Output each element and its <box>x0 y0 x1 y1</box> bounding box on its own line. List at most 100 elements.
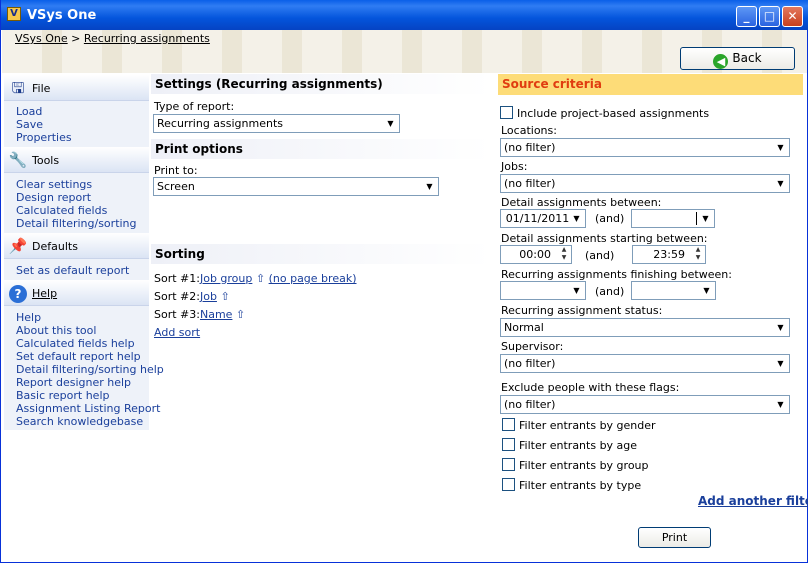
finishing-from-date[interactable]: ▼ <box>500 281 586 300</box>
sidebar-help-header[interactable]: ? Help <box>4 280 149 306</box>
chevron-down-icon: ▼ <box>698 211 713 226</box>
back-button[interactable]: ◀ Back <box>680 47 795 70</box>
finishing-to-date[interactable]: ▼ <box>631 281 716 300</box>
sort-field-link[interactable]: Job group <box>200 272 252 285</box>
sidebar-item-detail-filtering-help[interactable]: Detail filtering/sorting help <box>16 363 164 376</box>
sidebar-item-load[interactable]: Load <box>16 105 42 118</box>
flags-value: (no filter) <box>504 398 556 411</box>
jobs-value: (no filter) <box>504 177 556 190</box>
status-select[interactable]: Normal ▼ <box>500 318 790 337</box>
filter-group-checkbox[interactable] <box>502 458 515 471</box>
start-to-time[interactable]: 23:59 ▲ ▼ <box>632 245 706 264</box>
sidebar-item-save[interactable]: Save <box>16 118 43 131</box>
sidebar-help-title: Help <box>32 287 58 300</box>
detail-from-date[interactable]: 01/11/2011 ▼ <box>500 209 586 228</box>
print-button[interactable]: Print <box>638 527 711 548</box>
back-button-label: Back <box>732 51 762 65</box>
minimize-button[interactable]: _ <box>736 6 757 27</box>
sidebar-item-clear-settings[interactable]: Clear settings <box>16 178 92 191</box>
sidebar-item-properties[interactable]: Properties <box>16 131 72 144</box>
sidebar-item-help[interactable]: Help <box>16 311 41 324</box>
locations-label: Locations: <box>501 124 557 137</box>
sort-field-link[interactable]: Job <box>200 290 217 303</box>
sidebar-file-header[interactable]: 🖫 File <box>4 75 149 101</box>
sidebar-tools-header[interactable]: 🔧 Tools <box>4 147 149 173</box>
status-label: Recurring assignment status: <box>501 304 663 317</box>
supervisor-select[interactable]: (no filter) ▼ <box>500 354 790 373</box>
spinner-arrows-icon[interactable]: ▲ ▼ <box>558 246 570 263</box>
sort-field-link[interactable]: Name <box>200 308 232 321</box>
sidebar-item-set-default[interactable]: Set as default report <box>16 264 129 277</box>
help-icon: ? <box>8 283 28 303</box>
chevron-down-icon: ▼ <box>569 283 584 298</box>
filter-type-checkbox[interactable] <box>502 478 515 491</box>
sort-label: Sort #1: <box>154 272 200 285</box>
include-project-label: Include project-based assignments <box>517 107 710 120</box>
sidebar-item-calculated-fields[interactable]: Calculated fields <box>16 204 107 217</box>
sidebar-item-about[interactable]: About this tool <box>16 324 96 337</box>
sidebar-item-calc-fields-help[interactable]: Calculated fields help <box>16 337 135 350</box>
sidebar-item-assignment-listing[interactable]: Assignment Listing Report <box>16 402 160 415</box>
filter-gender-checkbox[interactable] <box>502 418 515 431</box>
include-project-checkbox[interactable] <box>500 106 513 119</box>
sort-direction-icon[interactable]: ⇧ <box>236 308 245 321</box>
breadcrumb: VSys One > Recurring assignments <box>15 32 210 45</box>
status-value: Normal <box>504 321 544 334</box>
filter-gender-label: Filter entrants by gender <box>519 419 656 432</box>
detail-starting-label: Detail assignments starting between: <box>501 232 708 245</box>
sidebar-item-detail-filtering[interactable]: Detail filtering/sorting <box>16 217 137 230</box>
sidebar-item-basic-help[interactable]: Basic report help <box>16 389 110 402</box>
spinner-arrows-icon[interactable]: ▲ ▼ <box>692 246 704 263</box>
add-sort-link[interactable]: Add sort <box>154 326 200 339</box>
page-break-link[interactable]: (no page break) <box>269 272 357 285</box>
sidebar-item-design-report[interactable]: Design report <box>16 191 91 204</box>
sort-label: Sort #2: <box>154 290 200 303</box>
breadcrumb-current[interactable]: Recurring assignments <box>84 32 210 45</box>
app-logo-icon: V <box>7 7 21 21</box>
source-criteria-title: Source criteria <box>498 74 803 95</box>
sort-row: Sort #3:Name ⇧ <box>154 308 245 321</box>
title-bar: V VSys One _ □ ✕ <box>1 0 808 30</box>
back-arrow-icon: ◀ <box>713 54 729 69</box>
sort-label: Sort #3: <box>154 308 200 321</box>
supervisor-value: (no filter) <box>504 357 556 370</box>
wrench-icon: 🔧 <box>8 151 28 169</box>
locations-value: (no filter) <box>504 141 556 154</box>
locations-select[interactable]: (no filter) ▼ <box>500 138 790 157</box>
sidebar-item-search-kb[interactable]: Search knowledgebase <box>16 415 143 428</box>
chevron-down-icon: ▼ <box>569 211 584 226</box>
sort-direction-icon[interactable]: ⇧ <box>256 272 265 285</box>
flags-label: Exclude people with these flags: <box>501 381 680 394</box>
start-to-value: 23:59 <box>653 248 685 261</box>
chevron-down-icon: ▼ <box>773 176 788 191</box>
sidebar-defaults-header[interactable]: 📌 Defaults <box>4 233 149 259</box>
print-to-select[interactable]: Screen ▼ <box>153 177 439 196</box>
filter-age-checkbox[interactable] <box>502 438 515 451</box>
start-from-time[interactable]: 00:00 ▲ ▼ <box>500 245 572 264</box>
finishing-between-label: Recurring assignments finishing between: <box>501 268 732 281</box>
app-window: V VSys One _ □ ✕ VSys One > Recurring as… <box>0 0 808 563</box>
settings-title: Settings (Recurring assignments) <box>151 74 491 94</box>
chevron-down-icon: ▼ <box>773 320 788 335</box>
detail-between-label: Detail assignments between: <box>501 196 662 209</box>
and-label: (and) <box>585 249 615 262</box>
add-filter-link[interactable]: Add another filter <box>698 494 808 508</box>
print-to-value: Screen <box>157 180 195 193</box>
sidebar-item-default-report-help[interactable]: Set default report help <box>16 350 141 363</box>
jobs-select[interactable]: (no filter) ▼ <box>500 174 790 193</box>
supervisor-label: Supervisor: <box>501 340 564 353</box>
maximize-button[interactable]: □ <box>759 6 780 27</box>
text-cursor <box>696 212 697 225</box>
filter-age-label: Filter entrants by age <box>519 439 638 452</box>
sort-direction-icon[interactable]: ⇧ <box>220 290 229 303</box>
filter-type-label: Filter entrants by type <box>519 479 642 492</box>
chevron-down-icon: ▼ <box>422 179 437 194</box>
report-type-value: Recurring assignments <box>157 117 284 130</box>
report-type-label: Type of report: <box>154 100 235 113</box>
close-button[interactable]: ✕ <box>782 6 803 27</box>
detail-to-date[interactable]: ▼ <box>631 209 715 228</box>
flags-select[interactable]: (no filter) ▼ <box>500 395 790 414</box>
sidebar-item-designer-help[interactable]: Report designer help <box>16 376 131 389</box>
breadcrumb-root-link[interactable]: VSys One <box>15 32 68 45</box>
report-type-select[interactable]: Recurring assignments ▼ <box>153 114 400 133</box>
